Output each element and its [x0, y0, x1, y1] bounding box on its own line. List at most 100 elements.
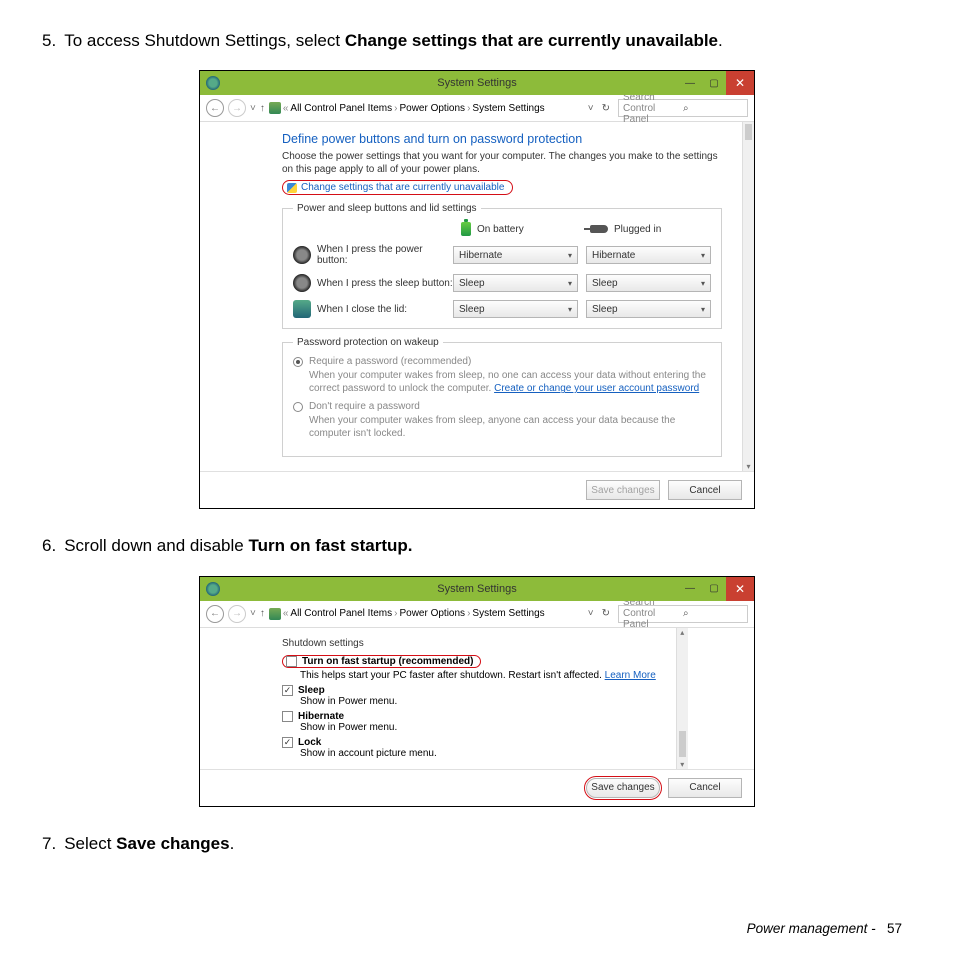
fast-startup-description: This helps start your PC faster after sh…	[282, 670, 656, 681]
vertical-scrollbar[interactable]: ▴ ▾	[676, 628, 688, 769]
lid-icon	[293, 300, 311, 318]
radio-icon	[293, 357, 303, 367]
row-sleep-label: When I press the sleep button:	[317, 278, 453, 289]
search-placeholder: Search Control Panel	[623, 597, 683, 630]
search-placeholder: Search Control Panel	[623, 92, 683, 125]
crumb-system-settings[interactable]: System Settings	[472, 608, 544, 619]
address-bar: ← → ˅ ↑ « All Control Panel Items › Powe…	[200, 601, 754, 628]
step-7-text-b: .	[230, 834, 235, 853]
step-7-number: 7.	[42, 831, 56, 857]
scroll-down-icon[interactable]: ▾	[743, 462, 754, 471]
search-icon: ⌕	[683, 103, 743, 114]
step-6: 6. Scroll down and disable Turn on fast …	[42, 533, 912, 559]
hibernate-label: Hibernate	[298, 711, 344, 722]
breadcrumb[interactable]: « All Control Panel Items › Power Option…	[269, 102, 582, 114]
save-changes-button[interactable]: Save changes	[586, 480, 660, 500]
hibernate-checkbox[interactable]	[282, 711, 293, 722]
power-battery-select[interactable]: Hibernate▾	[453, 246, 578, 264]
caret-down-icon[interactable]: ˅	[250, 103, 256, 114]
create-change-password-link[interactable]: Create or change your user account passw…	[494, 383, 699, 394]
forward-button[interactable]: →	[228, 99, 246, 117]
fast-startup-row[interactable]: Turn on fast startup (recommended)	[282, 655, 481, 668]
crumb-power-options[interactable]: Power Options	[399, 103, 465, 114]
page-heading: Define power buttons and turn on passwor…	[282, 132, 722, 146]
radio-icon	[293, 402, 303, 412]
back-button[interactable]: ←	[206, 99, 224, 117]
step-5-text-a: To access Shutdown Settings, select	[64, 31, 345, 50]
footer-page-number: 57	[887, 921, 902, 936]
titlebar[interactable]: System Settings — ▢ ✕	[200, 71, 754, 95]
search-input[interactable]: Search Control Panel ⌕	[618, 99, 748, 117]
fast-startup-checkbox[interactable]	[286, 656, 297, 667]
power-plugged-select[interactable]: Hibernate▾	[586, 246, 711, 264]
lid-battery-select[interactable]: Sleep▾	[453, 300, 578, 318]
address-bar: ← → ˅ ↑ « All Control Panel Items › Powe…	[200, 95, 754, 122]
plug-icon	[590, 225, 608, 233]
step-5-number: 5.	[42, 28, 56, 54]
crumb-power-options[interactable]: Power Options	[399, 608, 465, 619]
system-settings-window-1: System Settings — ▢ ✕ ← → ˅ ↑ « All Cont…	[199, 70, 755, 509]
maximize-button[interactable]: ▢	[702, 577, 726, 601]
lock-checkbox[interactable]	[282, 737, 293, 748]
dialog-footer: Save changes Cancel	[200, 769, 754, 806]
crumb-all-items[interactable]: All Control Panel Items	[290, 103, 392, 114]
up-button[interactable]: ↑	[260, 103, 265, 114]
close-button[interactable]: ✕	[726, 577, 754, 601]
minimize-button[interactable]: —	[678, 577, 702, 601]
breadcrumb[interactable]: « All Control Panel Items › Power Option…	[269, 608, 582, 620]
radio-dont-require[interactable]: Don't require a password	[293, 401, 711, 412]
refresh-button[interactable]: ↻	[598, 103, 614, 114]
step-6-number: 6.	[42, 533, 56, 559]
scroll-down-icon[interactable]: ▾	[677, 760, 688, 769]
refresh-button[interactable]: ↻	[598, 608, 614, 619]
lock-label: Lock	[298, 737, 321, 748]
lid-plugged-select[interactable]: Sleep▾	[586, 300, 711, 318]
address-caret-icon[interactable]: ˅	[588, 608, 594, 619]
radio-require-password[interactable]: Require a password (recommended)	[293, 356, 711, 367]
crumb-all-items[interactable]: All Control Panel Items	[290, 608, 392, 619]
cancel-button[interactable]: Cancel	[668, 778, 742, 798]
scroll-thumb[interactable]	[679, 731, 686, 757]
col-on-battery: On battery	[477, 224, 524, 235]
control-panel-icon	[269, 608, 281, 620]
step-7-bold: Save changes	[116, 834, 229, 853]
maximize-button[interactable]: ▢	[702, 71, 726, 95]
up-button[interactable]: ↑	[260, 608, 265, 619]
lock-row[interactable]: Lock	[282, 737, 656, 748]
step-7-text-a: Select	[64, 834, 116, 853]
step-6-bold: Turn on fast startup.	[248, 536, 412, 555]
row-power-label: When I press the power button:	[317, 244, 453, 266]
forward-button[interactable]: →	[228, 605, 246, 623]
scroll-up-icon[interactable]: ▴	[677, 628, 688, 637]
save-changes-button[interactable]: Save changes	[586, 778, 660, 798]
step-6-text: Scroll down and disable	[64, 536, 248, 555]
radio-dont-require-label: Don't require a password	[309, 401, 420, 412]
sleep-row[interactable]: Sleep	[282, 685, 656, 696]
minimize-button[interactable]: —	[678, 71, 702, 95]
page-description: Choose the power settings that you want …	[282, 150, 722, 176]
address-caret-icon[interactable]: ˅	[588, 103, 594, 114]
sleep-battery-select[interactable]: Sleep▾	[453, 274, 578, 292]
hibernate-row[interactable]: Hibernate	[282, 711, 656, 722]
window-title: System Settings	[200, 583, 754, 595]
radio-require-description: When your computer wakes from sleep, no …	[293, 369, 711, 395]
shield-icon	[287, 183, 297, 193]
titlebar[interactable]: System Settings — ▢ ✕	[200, 577, 754, 601]
sleep-plugged-select[interactable]: Sleep▾	[586, 274, 711, 292]
dialog-footer: Save changes Cancel	[200, 471, 754, 508]
cancel-button[interactable]: Cancel	[668, 480, 742, 500]
back-button[interactable]: ←	[206, 605, 224, 623]
step-5-bold: Change settings that are currently unava…	[345, 31, 718, 50]
crumb-system-settings[interactable]: System Settings	[472, 103, 544, 114]
scroll-thumb[interactable]	[745, 124, 752, 140]
vertical-scrollbar[interactable]: ▴ ▾	[742, 122, 754, 471]
close-button[interactable]: ✕	[726, 71, 754, 95]
learn-more-link[interactable]: Learn More	[605, 670, 656, 681]
caret-down-icon[interactable]: ˅	[250, 608, 256, 619]
change-settings-label: Change settings that are currently unava…	[301, 182, 504, 193]
sleep-description: Show in Power menu.	[282, 696, 656, 707]
search-input[interactable]: Search Control Panel ⌕	[618, 605, 748, 623]
power-buttons-legend: Power and sleep buttons and lid settings	[293, 203, 481, 214]
change-settings-link[interactable]: Change settings that are currently unava…	[282, 180, 513, 195]
sleep-checkbox[interactable]	[282, 685, 293, 696]
